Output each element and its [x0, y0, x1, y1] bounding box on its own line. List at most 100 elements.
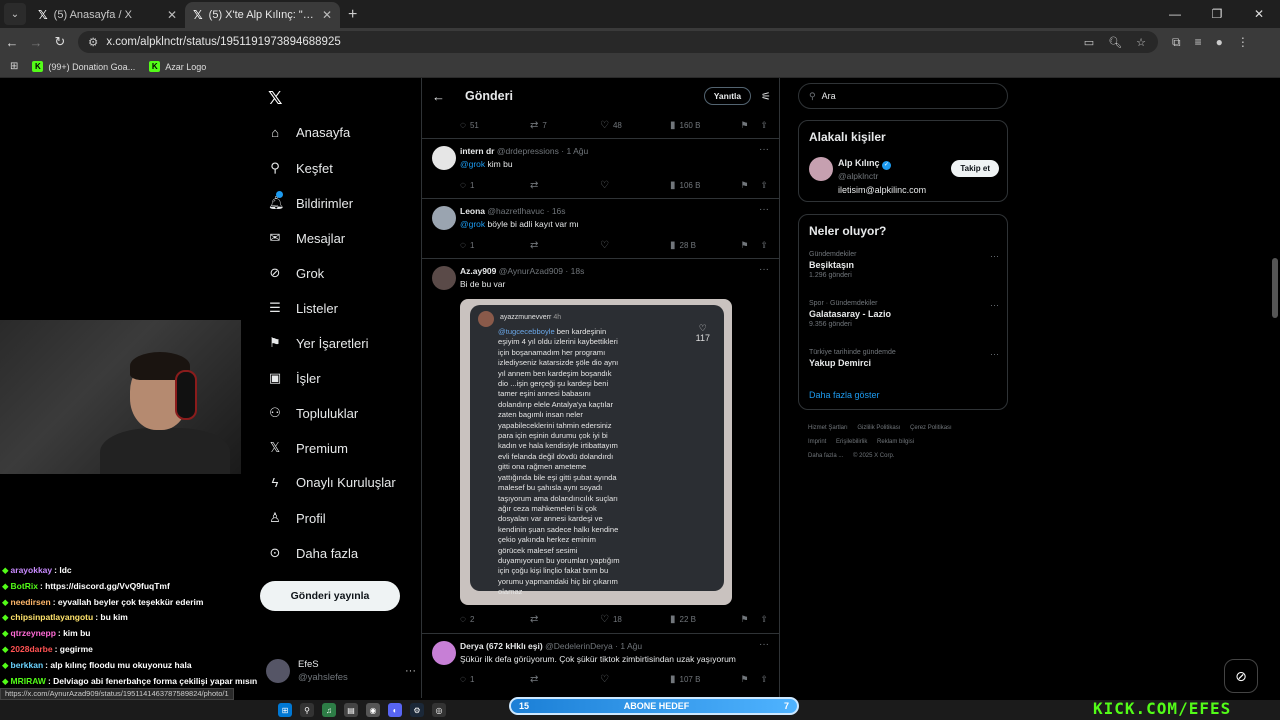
zoom-icon[interactable]: 🔍︎: [1108, 36, 1122, 49]
search-input[interactable]: ⚲ Ara: [798, 83, 1008, 109]
post-button[interactable]: Gönderi yayınla: [260, 581, 400, 611]
like-action[interactable]: ♡: [600, 180, 670, 191]
repost-action[interactable]: ⇄: [530, 674, 600, 685]
more-dots-icon[interactable]: ···: [990, 251, 999, 261]
more-dots-icon[interactable]: ···: [759, 264, 769, 275]
like-action[interactable]: ♡: [600, 240, 670, 251]
nav-item-explore[interactable]: ⚲ Keşfet: [268, 160, 333, 176]
obs-icon[interactable]: ◎: [432, 703, 446, 717]
bookmark-item[interactable]: K Azar Logo: [149, 61, 206, 72]
footer-link[interactable]: Hizmet Şartları: [808, 425, 848, 431]
footer-link[interactable]: Imprint: [808, 439, 826, 445]
chat-username[interactable]: BotRix: [11, 581, 38, 591]
menu-icon[interactable]: ⋮: [1237, 35, 1249, 50]
like-action[interactable]: ♡: [600, 674, 670, 685]
nav-item-profile[interactable]: ♙ Profil: [268, 510, 325, 526]
timestamp[interactable]: 18s: [571, 266, 585, 276]
reply-action[interactable]: ◌ 51: [460, 120, 530, 131]
back-icon[interactable]: ←: [0, 35, 24, 50]
nav-item-more[interactable]: ⊙ Daha fazla: [268, 545, 359, 561]
author-name[interactable]: Leona: [460, 206, 485, 216]
profile-icon[interactable]: ●: [1216, 35, 1223, 50]
show-more-link[interactable]: Daha fazla göster: [809, 390, 880, 400]
more-dots-icon[interactable]: ···: [759, 144, 769, 155]
filter-icon[interactable]: ⚟: [761, 90, 771, 103]
repost-action[interactable]: ⇄ 7: [530, 120, 600, 131]
person-name[interactable]: Alp Kılınç: [838, 158, 880, 168]
nav-item-notifications[interactable]: 🔔︎ Bildirimler: [268, 191, 353, 211]
nav-item-home[interactable]: ⌂ Anasayfa: [268, 125, 350, 140]
spotify-icon[interactable]: ♫: [322, 703, 336, 717]
site-info-icon[interactable]: ⚙: [88, 35, 98, 49]
views-action[interactable]: ▮ 106 B: [670, 180, 740, 191]
trend-item[interactable]: Gündemdekiler Beşiktaşın 1.296 gönderi ·…: [809, 251, 999, 279]
avatar[interactable]: [809, 157, 833, 181]
repost-action[interactable]: ⇄: [530, 240, 600, 251]
footer-link[interactable]: Çerez Politikası: [910, 425, 952, 431]
reply-action[interactable]: ◌ 2: [460, 614, 530, 625]
install-icon[interactable]: ▭: [1084, 36, 1094, 49]
chat-username[interactable]: MRIRAW: [11, 676, 46, 686]
more-dots-icon[interactable]: ···: [990, 349, 999, 359]
views-action[interactable]: ▮ 160 B: [670, 120, 740, 131]
discord-icon[interactable]: ◐: [388, 703, 402, 717]
mention-link[interactable]: @grok: [460, 159, 485, 169]
media-icon[interactable]: ≡: [1195, 35, 1202, 50]
star-icon[interactable]: ☆: [1136, 36, 1146, 49]
more-dots-icon[interactable]: ···: [405, 665, 416, 677]
bookmark-icon[interactable]: ⚑: [740, 240, 748, 251]
nav-item-messages[interactable]: ✉ Mesajlar: [268, 230, 346, 246]
mention-link[interactable]: @grok: [460, 219, 485, 229]
apps-icon[interactable]: ⊞: [10, 61, 18, 72]
bookmark-icon[interactable]: ⚑: [740, 674, 748, 685]
repost-action[interactable]: ⇄: [530, 614, 600, 625]
more-dots-icon[interactable]: ···: [990, 300, 999, 310]
chat-username[interactable]: arayokkay: [11, 565, 53, 575]
chat-username[interactable]: needirsen: [11, 597, 51, 607]
repost-action[interactable]: ⇄: [530, 180, 600, 191]
chat-username[interactable]: berkkan: [11, 660, 44, 670]
browser-tab[interactable]: 𝕏 (5) Anasayfa / X ✕: [30, 2, 185, 28]
footer-link[interactable]: Erişilebilirlik: [836, 439, 867, 445]
nav-item-bookmarks[interactable]: ⚑ Yer İşaretleri: [268, 335, 368, 351]
nav-item-premium[interactable]: 𝕏 Premium: [268, 440, 348, 456]
bookmark-item[interactable]: K (99+) Donation Goa...: [32, 61, 135, 72]
follow-button[interactable]: Takip et: [951, 160, 999, 177]
avatar[interactable]: [432, 206, 456, 230]
chat-username[interactable]: qtrzeynepp: [11, 628, 56, 638]
reload-icon[interactable]: ↻: [48, 34, 72, 50]
account-switcher[interactable]: EfeS @yahslefes ···: [266, 658, 416, 684]
reply-image[interactable]: ayazzmunevverr 4h ♡ 117 @tugcecebboyle be…: [460, 299, 732, 605]
like-action[interactable]: ♡ 18: [600, 614, 670, 625]
share-icon[interactable]: ⇪: [760, 240, 768, 251]
minimize-icon[interactable]: —: [1154, 0, 1196, 28]
avatar[interactable]: [432, 266, 456, 290]
footer-link[interactable]: Reklam bilgisi: [877, 439, 914, 445]
browser-tab-active[interactable]: 𝕏 (5) X'te Alp Kılınç: "Birçoğunuzu ✕: [185, 2, 340, 28]
url-text[interactable]: x.com/alpklnctr/status/19511919738946889…: [106, 36, 1075, 48]
views-action[interactable]: ▮ 22 B: [670, 614, 740, 625]
new-tab-button[interactable]: +: [340, 2, 365, 28]
views-action[interactable]: ▮ 28 B: [670, 240, 740, 251]
nav-item-grok[interactable]: ⊘ Grok: [268, 265, 325, 281]
author-name[interactable]: intern dr: [460, 146, 494, 156]
like-action[interactable]: ♡ 48: [600, 120, 670, 131]
nav-item-lists[interactable]: ☰ Listeler: [268, 300, 338, 316]
files-icon[interactable]: ▤: [344, 703, 358, 717]
scrollbar[interactable]: [1272, 258, 1278, 318]
bookmark-icon[interactable]: ⚑: [740, 120, 748, 131]
author-name[interactable]: Az.ay909: [460, 266, 496, 276]
back-arrow-icon[interactable]: ←: [432, 89, 445, 104]
timestamp[interactable]: 16s: [552, 206, 566, 216]
extensions-icon[interactable]: ⧉: [1172, 35, 1181, 50]
forward-icon[interactable]: →: [24, 35, 48, 50]
steam-icon[interactable]: ⚙: [410, 703, 424, 717]
bookmark-icon[interactable]: ⚑: [740, 614, 748, 625]
chat-username[interactable]: chipsinpatlayangotu: [11, 612, 94, 622]
footer-link[interactable]: Daha fazla ...: [808, 453, 843, 459]
close-icon[interactable]: ✕: [167, 8, 177, 22]
bookmark-icon[interactable]: ⚑: [740, 180, 748, 191]
views-action[interactable]: ▮ 107 B: [670, 674, 740, 685]
trend-item[interactable]: Türkiye tarihinde gündemde Yakup Demirci…: [809, 349, 999, 368]
chrome-icon[interactable]: ◉: [366, 703, 380, 717]
